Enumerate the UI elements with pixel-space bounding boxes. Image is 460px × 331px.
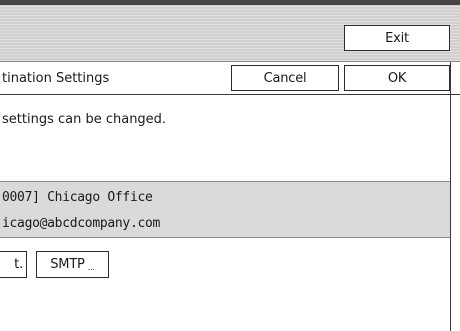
dialog-title-bar: tination Settings Cancel OK <box>0 62 460 95</box>
smtp-more-indicator: ... <box>87 263 95 272</box>
smtp-button-label: SMTP <box>50 257 85 272</box>
ext-button[interactable]: t. <box>0 251 27 278</box>
cancel-button[interactable]: Cancel <box>231 65 339 91</box>
entry-email: icago@abcdcompany.com <box>2 216 161 231</box>
entry-name: 0007] Chicago Office <box>2 190 153 205</box>
ok-button[interactable]: OK <box>344 65 450 91</box>
destination-entry: 0007] Chicago Office icago@abcdcompany.c… <box>0 181 450 238</box>
right-divider <box>450 62 451 331</box>
dialog-title: tination Settings <box>2 71 110 86</box>
exit-button[interactable]: Exit <box>344 25 450 51</box>
smtp-button[interactable]: SMTP ... <box>36 251 109 278</box>
ext-button-label: t. <box>14 257 23 272</box>
top-bar: Exit <box>0 5 460 62</box>
info-message: settings can be changed. <box>2 112 167 127</box>
